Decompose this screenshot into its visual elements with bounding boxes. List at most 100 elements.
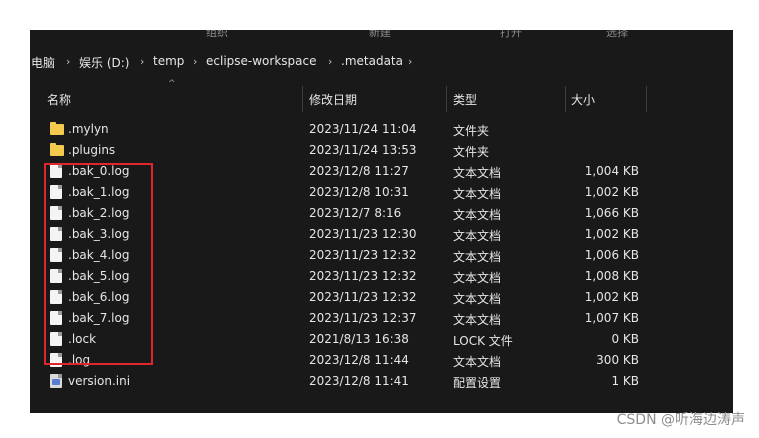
file-date: 2023/12/8 10:31	[309, 185, 409, 199]
file-size: 1,002 KB	[584, 227, 639, 241]
file-row[interactable]: .mylyn 2023/11/24 11:04 文件夹	[30, 119, 733, 140]
chevron-right-icon[interactable]: ›	[140, 55, 144, 68]
file-row[interactable]: .log 2023/12/8 11:44 文本文档 300 KB	[30, 350, 733, 371]
file-name: .bak_6.log	[68, 290, 130, 304]
text-file-icon	[50, 353, 62, 367]
file-type: 文本文档	[453, 166, 502, 180]
file-date: 2023/11/23 12:30	[309, 227, 417, 241]
text-file-icon	[50, 164, 62, 178]
file-date: 2023/12/7 8:16	[309, 206, 402, 220]
file-date: 2023/11/23 12:37	[309, 311, 417, 325]
file-size: 1,004 KB	[584, 164, 639, 178]
ribbon-open[interactable]: 打开	[500, 30, 522, 40]
ribbon-toolbar: 组织 新建 打开 选择	[30, 30, 733, 40]
file-name: .bak_2.log	[68, 206, 130, 220]
folder-icon	[50, 143, 64, 156]
file-type: 文件夹	[453, 124, 490, 138]
column-divider[interactable]	[302, 86, 303, 112]
breadcrumb-item-metadata[interactable]: .metadata	[341, 54, 403, 68]
file-date: 2021/8/13 16:38	[309, 332, 409, 346]
file-list: .mylyn 2023/11/24 11:04 文件夹 .plugins 202…	[30, 119, 733, 392]
file-type: 文本文档	[453, 250, 502, 264]
text-file-icon	[50, 206, 62, 220]
file-date: 2023/12/8 11:27	[309, 164, 409, 178]
column-header-name[interactable]: 名称	[47, 91, 71, 108]
file-type: 文件夹	[453, 145, 490, 159]
file-row[interactable]: .bak_2.log 2023/12/7 8:16 文本文档 1,066 KB	[30, 203, 733, 224]
file-name: version.ini	[68, 374, 131, 388]
file-row[interactable]: .bak_1.log 2023/12/8 10:31 文本文档 1,002 KB	[30, 182, 733, 203]
file-name: .bak_4.log	[68, 248, 130, 262]
column-divider[interactable]	[646, 86, 647, 112]
chevron-right-icon[interactable]: ›	[408, 55, 412, 68]
file-type: 文本文档	[453, 187, 502, 201]
file-row[interactable]: .lock 2021/8/13 16:38 LOCK 文件 0 KB	[30, 329, 733, 350]
breadcrumb-item-workspace[interactable]: eclipse-workspace	[206, 54, 316, 68]
file-row[interactable]: .plugins 2023/11/24 13:53 文件夹	[30, 140, 733, 161]
ribbon-select[interactable]: 选择	[606, 30, 628, 40]
file-row[interactable]: .bak_6.log 2023/11/23 12:32 文本文档 1,002 K…	[30, 287, 733, 308]
file-name: .bak_1.log	[68, 185, 130, 199]
breadcrumb-item-computer[interactable]: 电脑	[31, 54, 55, 71]
file-size: 1,008 KB	[584, 269, 639, 283]
file-name: .bak_3.log	[68, 227, 130, 241]
text-file-icon	[50, 227, 62, 241]
breadcrumb-item-drive[interactable]: 娱乐 (D:)	[79, 54, 129, 71]
file-size: 1,066 KB	[584, 206, 639, 220]
file-name: .bak_7.log	[68, 311, 130, 325]
file-name: .bak_5.log	[68, 269, 130, 283]
column-divider[interactable]	[446, 86, 447, 112]
text-file-icon	[50, 311, 62, 325]
file-type: 文本文档	[453, 208, 502, 222]
settings-file-icon	[50, 374, 62, 388]
file-row[interactable]: .bak_0.log 2023/12/8 11:27 文本文档 1,004 KB	[30, 161, 733, 182]
file-date: 2023/11/23 12:32	[309, 290, 417, 304]
blank-file-icon	[50, 332, 62, 346]
file-date: 2023/11/24 11:04	[309, 122, 417, 136]
file-size: 0 KB	[611, 332, 639, 346]
file-row[interactable]: .bak_7.log 2023/11/23 12:37 文本文档 1,007 K…	[30, 308, 733, 329]
file-row[interactable]: .bak_3.log 2023/11/23 12:30 文本文档 1,002 K…	[30, 224, 733, 245]
column-header-row: 名称 修改日期 类型 大小	[30, 86, 733, 112]
ribbon-new[interactable]: 新建	[369, 30, 391, 40]
file-type: 文本文档	[453, 355, 502, 369]
file-name: .log	[68, 353, 91, 367]
file-date: 2023/11/23 12:32	[309, 269, 417, 283]
file-type: 文本文档	[453, 229, 502, 243]
file-type: 文本文档	[453, 313, 502, 327]
file-name: .plugins	[68, 143, 116, 157]
file-size: 1,007 KB	[584, 311, 639, 325]
file-explorer-window: 组织 新建 打开 选择 电脑 › 娱乐 (D:) › temp › eclips…	[30, 30, 733, 413]
file-row[interactable]: version.ini 2023/12/8 11:41 配置设置 1 KB	[30, 371, 733, 392]
file-date: 2023/11/23 12:32	[309, 248, 417, 262]
ribbon-organize[interactable]: 组织	[206, 30, 228, 40]
column-header-type[interactable]: 类型	[453, 91, 477, 108]
chevron-right-icon[interactable]: ›	[193, 55, 197, 68]
file-name: .lock	[68, 332, 97, 346]
file-date: 2023/12/8 11:44	[309, 353, 409, 367]
text-file-icon	[50, 185, 62, 199]
file-type: 文本文档	[453, 292, 502, 306]
chevron-right-icon[interactable]: ›	[328, 55, 332, 68]
text-file-icon	[50, 269, 62, 283]
file-date: 2023/12/8 11:41	[309, 374, 409, 388]
file-type: 配置设置	[453, 376, 502, 390]
column-divider[interactable]	[565, 86, 566, 112]
text-file-icon	[50, 248, 62, 262]
file-date: 2023/11/24 13:53	[309, 143, 417, 157]
file-name: .mylyn	[68, 122, 109, 136]
file-name: .bak_0.log	[68, 164, 130, 178]
file-size: 300 KB	[596, 353, 639, 367]
breadcrumb-item-temp[interactable]: temp	[153, 54, 184, 68]
file-type: 文本文档	[453, 271, 502, 285]
file-size: 1 KB	[611, 374, 639, 388]
column-header-date[interactable]: 修改日期	[309, 91, 357, 108]
text-file-icon	[50, 290, 62, 304]
column-header-size[interactable]: 大小	[571, 91, 595, 108]
folder-icon	[50, 122, 64, 135]
file-size: 1,002 KB	[584, 290, 639, 304]
file-size: 1,006 KB	[584, 248, 639, 262]
file-row[interactable]: .bak_5.log 2023/11/23 12:32 文本文档 1,008 K…	[30, 266, 733, 287]
chevron-right-icon[interactable]: ›	[66, 55, 70, 68]
file-row[interactable]: .bak_4.log 2023/11/23 12:32 文本文档 1,006 K…	[30, 245, 733, 266]
